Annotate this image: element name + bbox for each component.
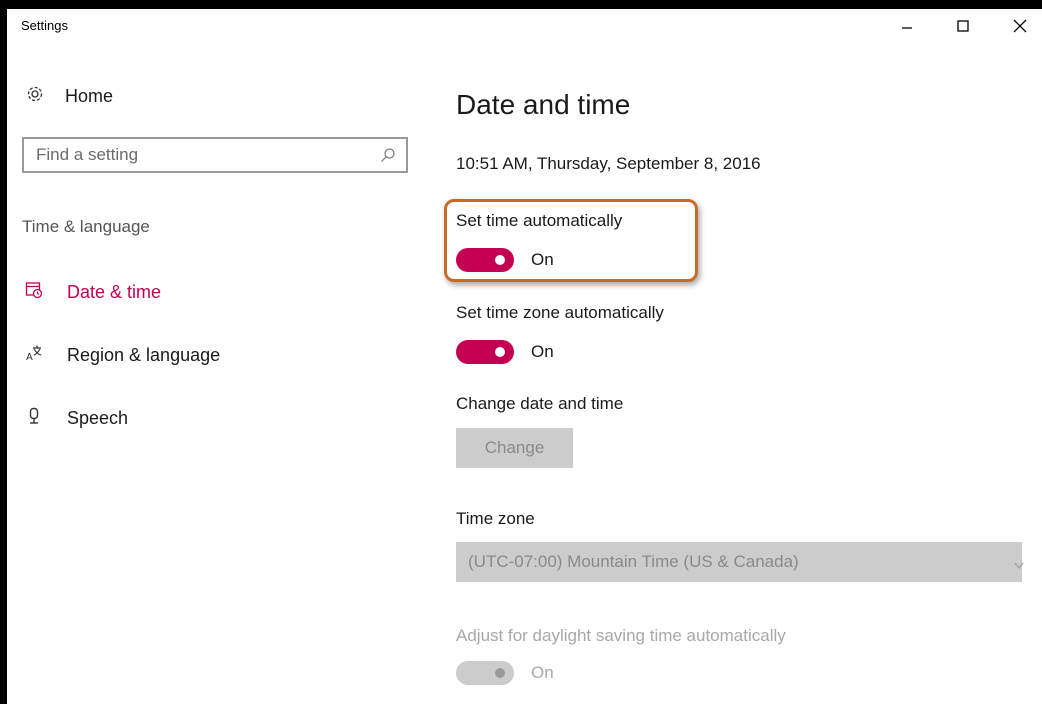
time-zone-value: (UTC-07:00) Mountain Time (US & Canada) <box>468 552 799 571</box>
minimize-button[interactable] <box>884 11 930 41</box>
home-label: Home <box>65 85 114 106</box>
sidebar-item-date-time[interactable]: Date & time <box>25 279 161 305</box>
adjust-dst-toggle-row[interactable]: On <box>456 660 554 686</box>
set-time-zone-automatically-toggle-row[interactable]: On <box>456 339 554 365</box>
toggle-knob <box>495 347 505 357</box>
set-time-automatically-label: Set time automatically <box>456 211 623 230</box>
page-title: Date and time <box>456 89 631 120</box>
toggle-knob <box>495 255 505 265</box>
adjust-dst-toggle[interactable] <box>456 661 514 685</box>
change-button[interactable]: Change <box>456 428 573 468</box>
time-zone-dropdown[interactable]: (UTC-07:00) Mountain Time (US & Canada) <box>456 542 1024 582</box>
current-date-time: 10:51 AM, Thursday, September 8, 2016 <box>456 154 761 173</box>
home-nav-item[interactable]: Home <box>25 84 113 108</box>
toggle-knob <box>495 668 505 678</box>
minimize-icon <box>901 20 913 32</box>
microphone-icon <box>25 407 43 430</box>
sidebar-item-label: Region & language <box>67 344 221 365</box>
set-time-automatically-toggle[interactable] <box>456 248 514 272</box>
change-date-time-label: Change date and time <box>456 394 624 413</box>
time-zone-label: Time zone <box>456 509 535 528</box>
sidebar-item-speech[interactable]: Speech <box>25 405 128 431</box>
adjust-dst-label: Adjust for daylight saving time automati… <box>456 626 786 645</box>
maximize-button[interactable] <box>940 11 986 41</box>
close-button[interactable] <box>997 11 1042 41</box>
maximize-icon <box>957 20 969 32</box>
set-time-zone-automatically-toggle[interactable] <box>456 340 514 364</box>
section-label: Time & language <box>22 217 150 236</box>
search-input[interactable] <box>24 139 376 171</box>
sidebar-item-label: Date & time <box>67 281 162 302</box>
settings-window: Settings Home Find a setting Time & lang… <box>0 0 1042 704</box>
toggle-state-text: On <box>531 342 554 361</box>
search-icon[interactable] <box>380 147 396 168</box>
sidebar-item-label: Speech <box>67 407 129 428</box>
sidebar-item-region-language[interactable]: A Region & language <box>25 342 220 368</box>
chevron-down-icon <box>1014 557 1024 575</box>
set-time-automatically-toggle-row[interactable]: On <box>456 247 554 273</box>
toggle-state-text: On <box>531 663 554 682</box>
title-bar[interactable]: Settings <box>7 9 1042 45</box>
search-box[interactable] <box>22 137 408 173</box>
toggle-state-text: On <box>531 250 554 269</box>
set-time-zone-automatically-label: Set time zone automatically <box>456 303 664 322</box>
close-icon <box>1013 19 1027 33</box>
calendar-clock-icon <box>25 281 43 304</box>
gear-icon <box>25 84 45 109</box>
svg-text:A: A <box>26 352 33 362</box>
window-title: Settings <box>21 18 68 33</box>
region-language-icon: A <box>25 344 43 367</box>
